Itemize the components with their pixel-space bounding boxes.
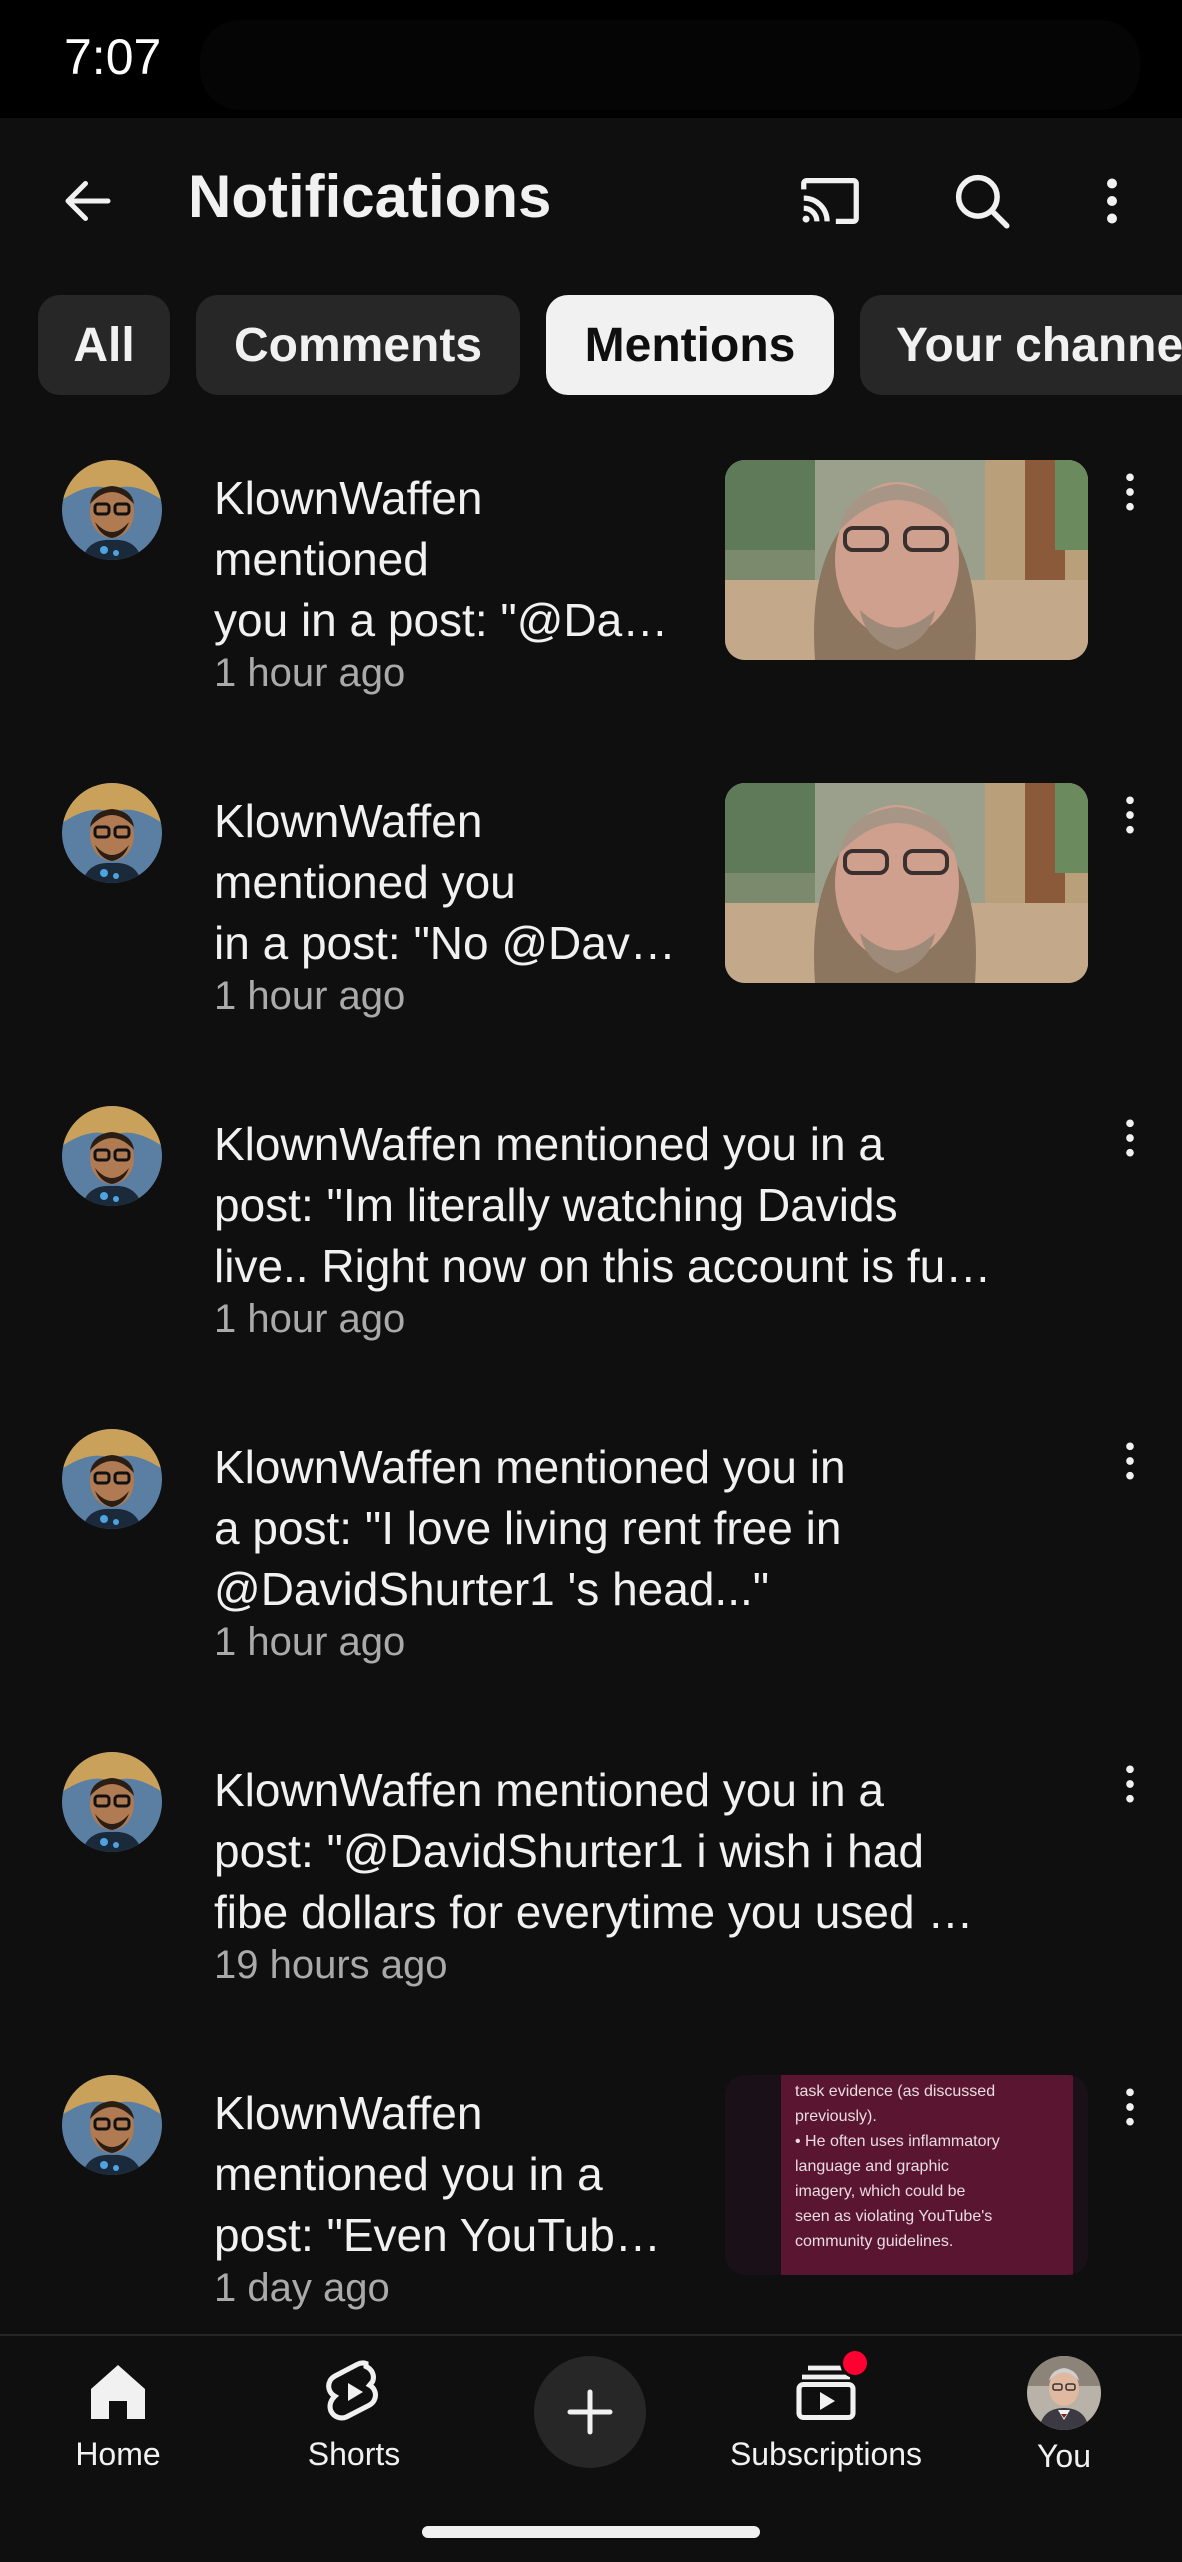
notification-message-line: post: "@DavidShurter1 i wish i had: [214, 1825, 924, 1877]
notification-message: KlownWaffen mentioned you in a post: "I l…: [214, 1437, 846, 1620]
search-button[interactable]: [934, 153, 1030, 249]
subscriptions-icon-wrap: [790, 2348, 870, 2428]
notification-time: 1 hour ago: [214, 1297, 406, 1341]
app-bar: Notifications: [0, 118, 1182, 278]
notification-item[interactable]: KlownWaffen mentioned you in a post: "@Da…: [0, 1752, 1182, 2052]
status-time: 7:07: [64, 29, 162, 85]
chip-mentions[interactable]: Mentions: [546, 295, 834, 395]
nav-you[interactable]: You: [964, 2356, 1164, 2486]
post-thumbnail-text: task evidence (as discussed: [795, 2083, 996, 2100]
notification-message-line: KlownWaffen: [214, 795, 483, 847]
notification-message-line: live.. Right now on this account is fu…: [214, 1240, 992, 1292]
more-vertical-icon: [1126, 473, 1134, 511]
post-thumbnail-text: community guidelines.: [795, 2233, 954, 2250]
notification-message: KlownWaffen mentioned you in a post: "@Da…: [214, 468, 668, 651]
search-icon: [955, 174, 1010, 229]
notification-message-line: mentioned: [214, 533, 429, 585]
post-thumbnail-slide: task evidence (as discussed previously). •…: [781, 2075, 1073, 2275]
notification-message-line: KlownWaffen mentioned you in: [214, 1441, 846, 1493]
notification-more-button[interactable]: [1100, 460, 1160, 520]
notification-time: 1 hour ago: [214, 1620, 406, 1664]
avatar[interactable]: [62, 783, 162, 883]
notification-message-line: KlownWaffen: [214, 2087, 483, 2139]
nav-home-label: Home: [75, 2436, 161, 2472]
nav-you-label: You: [1037, 2438, 1091, 2474]
avatar[interactable]: [62, 1106, 162, 1206]
avatar[interactable]: [62, 1429, 162, 1529]
chip-your-channel[interactable]: Your channe: [860, 295, 1182, 395]
notification-message: KlownWaffen mentioned you in a post: "No @…: [214, 791, 676, 974]
more-vertical-icon: [1107, 178, 1117, 224]
nav-shorts[interactable]: Shorts: [254, 2356, 454, 2486]
plus-icon: [567, 2389, 613, 2435]
notification-message-line: a post: "I love living rent free in: [214, 1502, 842, 1554]
more-vertical-icon: [1126, 1442, 1134, 1480]
notification-message: KlownWaffen mentioned you in a post: "Even…: [214, 2083, 661, 2266]
nav-shorts-label: Shorts: [307, 2436, 401, 2472]
post-thumbnail-text: imagery, which could be: [795, 2183, 966, 2200]
redacted-region: [200, 20, 1140, 110]
notification-message-line: mentioned you: [214, 856, 516, 908]
cast-icon: [801, 177, 859, 225]
more-vertical-icon: [1126, 796, 1134, 834]
notification-more-button[interactable]: [1100, 1752, 1160, 1812]
notification-message-line: in a post: "No @Dav…: [214, 917, 676, 969]
page-title: Notifications: [188, 163, 552, 230]
notification-message: KlownWaffen mentioned you in a post: "@Da…: [214, 1760, 973, 1943]
notification-message-line: post: "Im literally watching Davids: [214, 1179, 898, 1231]
nav-subscriptions-label: Subscriptions: [729, 2436, 923, 2472]
filter-chips: All Comments Mentions Your channe: [0, 295, 1182, 395]
create-button[interactable]: [534, 2356, 646, 2468]
notification-time: 19 hours ago: [214, 1943, 448, 1987]
chip-comments[interactable]: Comments: [196, 295, 520, 395]
arrow-left-icon: [65, 181, 111, 221]
more-vertical-icon: [1126, 1119, 1134, 1157]
notification-more-button[interactable]: [1100, 783, 1160, 843]
notification-message-line: you in a post: "@Da…: [214, 594, 669, 646]
profile-avatar: [1027, 2356, 1101, 2430]
shorts-icon: [326, 2360, 378, 2421]
notification-item[interactable]: KlownWaffen mentioned you in a post: "No @…: [0, 783, 1182, 1083]
nav-home[interactable]: Home: [18, 2356, 218, 2486]
notification-time: 1 hour ago: [214, 974, 406, 1018]
post-thumbnail[interactable]: task evidence (as discussed previously). •…: [725, 2075, 1088, 2275]
notification-message-line: fibe dollars for everytime you used …: [214, 1886, 974, 1938]
notification-item[interactable]: KlownWaffen mentioned you in a post: "@Da……: [0, 460, 1182, 760]
notification-more-button[interactable]: [1100, 1429, 1160, 1489]
notification-item[interactable]: KlownWaffen mentioned you in a post: "I l…: [0, 1429, 1182, 1729]
notification-message-line: KlownWaffen mentioned you in a: [214, 1118, 884, 1170]
notification-more-button[interactable]: [1100, 2075, 1160, 2135]
post-thumbnail-text: previously).: [795, 2108, 877, 2125]
notification-more-button[interactable]: [1100, 1106, 1160, 1166]
avatar[interactable]: [62, 2075, 162, 2175]
nav-subscriptions[interactable]: Subscriptions: [726, 2348, 926, 2486]
post-thumbnail-text: • He often uses inflammatory: [795, 2133, 1000, 2150]
avatar[interactable]: [62, 460, 162, 560]
chip-all[interactable]: All: [38, 295, 170, 395]
notification-message-line: mentioned you in a: [214, 2148, 603, 2200]
notification-dot: [840, 2348, 870, 2378]
notification-item[interactable]: KlownWaffen mentioned you in a post: "Im …: [0, 1106, 1182, 1406]
notification-time: 1 day ago: [214, 2266, 390, 2310]
status-bar: 7:07: [0, 0, 1182, 118]
home-indicator: [422, 2526, 760, 2538]
video-thumbnail[interactable]: [725, 783, 1088, 983]
notification-message: KlownWaffen mentioned you in a post: "Im …: [214, 1114, 991, 1297]
notification-message-line: KlownWaffen: [214, 472, 483, 524]
post-thumbnail-text: language and graphic: [795, 2158, 949, 2175]
notification-message-line: KlownWaffen mentioned you in a: [214, 1764, 884, 1816]
post-thumbnail-text: seen as violating YouTube's: [795, 2208, 993, 2225]
more-options-button[interactable]: [1064, 153, 1160, 249]
notification-item[interactable]: KlownWaffen mentioned you in a post: "Even…: [0, 2075, 1182, 2375]
home-icon: [91, 2365, 145, 2419]
more-vertical-icon: [1126, 1765, 1134, 1803]
more-vertical-icon: [1126, 2088, 1134, 2126]
notification-time: 1 hour ago: [214, 651, 406, 695]
notification-message-line: @DavidShurter1 's head...": [214, 1563, 770, 1615]
avatar[interactable]: [62, 1752, 162, 1852]
notification-message-line: post: "Even YouTub…: [214, 2209, 661, 2261]
cast-button[interactable]: [782, 153, 878, 249]
back-button[interactable]: [40, 153, 136, 249]
video-thumbnail[interactable]: [725, 460, 1088, 660]
